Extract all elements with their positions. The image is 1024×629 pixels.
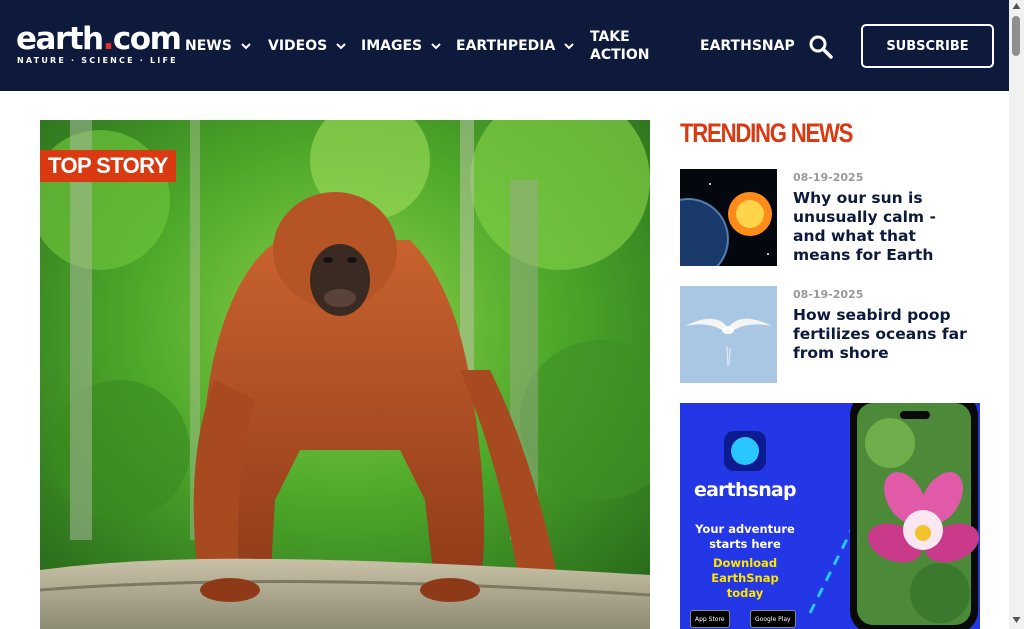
article-date: 08-19-2025 (793, 288, 864, 301)
scrollbar-thumb[interactable] (1012, 16, 1020, 56)
article-headline[interactable]: Why our sun is unusually calm - and what… (793, 189, 973, 265)
chevron-down-icon (431, 42, 441, 49)
scroll-up-arrow-icon[interactable] (1012, 2, 1021, 10)
scroll-down-arrow-icon[interactable] (1012, 616, 1021, 624)
app-store-badge[interactable]: App Store (690, 610, 730, 628)
nav-news[interactable]: NEWS (185, 0, 252, 91)
trending-article-1[interactable]: 08-19-2025 Why our sun is unusually calm… (680, 169, 980, 266)
chevron-down-icon (564, 42, 575, 49)
nav-take-action-line2: ACTION (590, 46, 650, 63)
ad-brand: earthsnap (694, 479, 797, 501)
logo-wordmark: earth.com (16, 21, 182, 57)
trending-news-title: TRENDING NEWS (680, 118, 853, 148)
article-date: 08-19-2025 (793, 171, 864, 184)
earthsnap-ad[interactable]: earthsnap Your adventure starts here Dow… (680, 403, 980, 629)
seagull-in-sky-image (680, 286, 777, 383)
earth-and-sun-image (680, 169, 777, 266)
logo-tagline: NATURE · SCIENCE · LIFE (17, 56, 178, 65)
nav-images[interactable]: IMAGES (361, 0, 442, 91)
nav-earthpedia[interactable]: EARTHPEDIA (456, 0, 575, 91)
top-story-badge: TOP STORY (40, 150, 176, 182)
nav-earthpedia-label: EARTHPEDIA (456, 37, 556, 54)
subscribe-button[interactable]: SUBSCRIBE (861, 24, 994, 68)
search-icon[interactable] (808, 34, 834, 60)
nav-news-label: NEWS (185, 37, 232, 54)
nav-images-label: IMAGES (361, 37, 423, 54)
orangutan-photo (40, 120, 650, 629)
top-story-image[interactable] (40, 120, 650, 629)
ad-download-cta[interactable]: Download EarthSnap today (694, 556, 796, 601)
chevron-down-icon (241, 42, 251, 49)
nav-take-action[interactable]: TAKE ACTION (590, 0, 670, 91)
site-header: earth.com NATURE · SCIENCE · LIFE NEWS V… (0, 0, 1009, 91)
page-scrollbar[interactable] (1009, 0, 1024, 629)
earth-logo[interactable]: earth.com NATURE · SCIENCE · LIFE (16, 22, 182, 68)
nav-earthsnap-label: EARTHSNAP (700, 37, 795, 54)
article-headline[interactable]: How seabird poop fertilizes oceans far f… (793, 306, 973, 363)
trending-article-2[interactable]: 08-19-2025 How seabird poop fertilizes o… (680, 286, 980, 383)
chevron-down-icon (336, 42, 346, 49)
ad-tagline: Your adventure starts here (695, 522, 795, 551)
google-play-badge[interactable]: Google Play (750, 610, 796, 628)
nav-take-action-line1: TAKE (590, 28, 630, 45)
nav-earthsnap[interactable]: EARTHSNAP (700, 0, 795, 91)
nav-videos-label: VIDEOS (268, 37, 328, 54)
nav-videos[interactable]: VIDEOS (268, 0, 347, 91)
